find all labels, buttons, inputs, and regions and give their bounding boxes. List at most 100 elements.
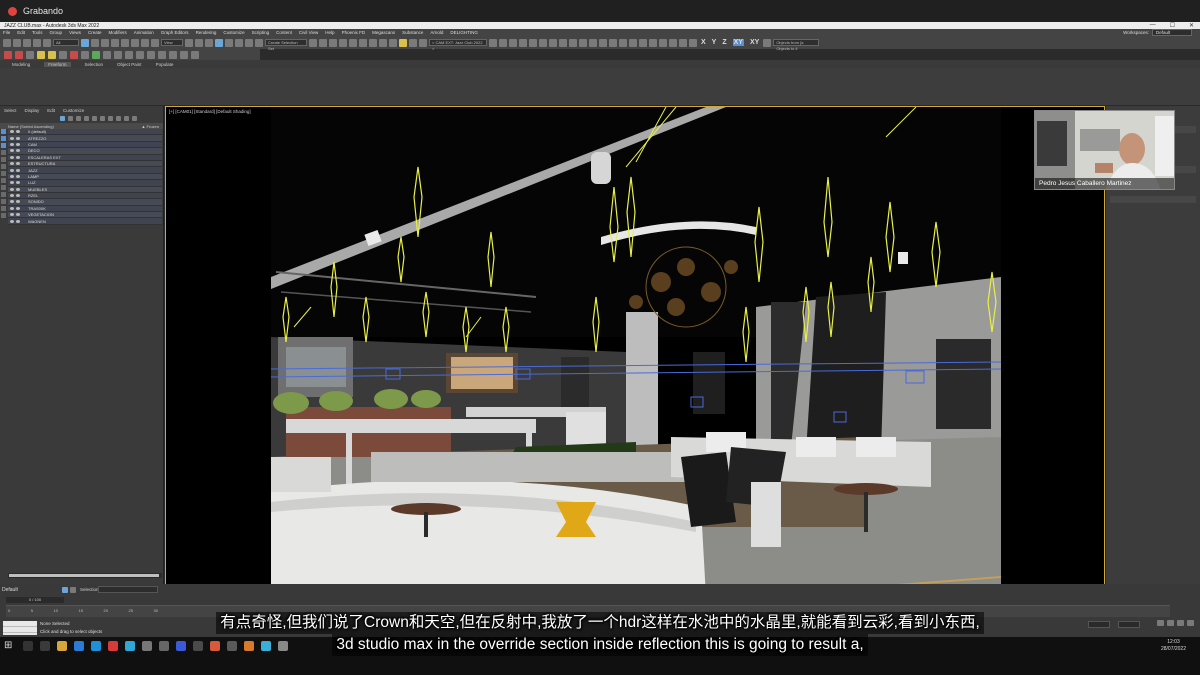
scene-explorer-scrollbar[interactable]	[8, 573, 162, 578]
vray-scene-icon[interactable]	[609, 38, 617, 47]
pan-icon[interactable]	[1167, 620, 1174, 626]
tool-icon-p[interactable]	[169, 50, 177, 59]
vray-dome-icon[interactable]	[549, 38, 557, 47]
side-tool-icon-13[interactable]	[1, 213, 6, 218]
visibility-eye-icon[interactable]	[10, 168, 14, 172]
render-eye-icon[interactable]	[16, 181, 20, 185]
side-tool-icon-5[interactable]	[1, 157, 6, 162]
vray-toolbar-icon-3[interactable]	[519, 38, 527, 47]
tool-icon-n[interactable]	[147, 50, 155, 59]
menu-item-create[interactable]: Create	[88, 30, 102, 35]
vray-fur-icon[interactable]	[569, 38, 577, 47]
file-explorer-icon[interactable]	[57, 641, 67, 651]
region-select-icon[interactable]	[101, 38, 109, 47]
app-icon-7[interactable]	[278, 641, 288, 651]
tool-icon-h[interactable]	[81, 50, 89, 59]
bind-icon[interactable]	[43, 38, 51, 47]
menu-item-megascans[interactable]: Megascans	[372, 30, 395, 35]
explorer-menu-edit[interactable]: Edit	[47, 108, 55, 113]
axis-xy-button[interactable]: XY	[732, 39, 744, 46]
layer-add-icon[interactable]	[70, 587, 76, 593]
render-eye-icon[interactable]	[16, 219, 20, 223]
filter-bones-icon[interactable]	[132, 116, 137, 121]
explorer-menu-customize[interactable]: Customize	[63, 108, 84, 113]
render-eye-icon[interactable]	[16, 168, 20, 172]
menu-item-customize[interactable]: Customize	[223, 30, 244, 35]
ribbon-tab-object-paint[interactable]: Object Paint	[117, 62, 142, 67]
menu-item-edit[interactable]: Edit	[17, 30, 25, 35]
vray-mesh-icon[interactable]	[619, 38, 627, 47]
snap-toggle-icon[interactable]	[215, 38, 223, 47]
vray-plane-icon[interactable]	[579, 38, 587, 47]
menu-item-substance[interactable]: Substance	[402, 30, 423, 35]
render-eye-icon[interactable]	[16, 174, 20, 178]
vray-lister-icon[interactable]	[629, 38, 637, 47]
side-tool-icon-4[interactable]	[1, 150, 6, 155]
link-icon[interactable]	[23, 38, 31, 47]
vray-tool2-icon[interactable]	[669, 38, 677, 47]
orbit-icon[interactable]	[1177, 620, 1184, 626]
filter-icon[interactable]	[60, 116, 65, 121]
unlink-icon[interactable]	[33, 38, 41, 47]
app-icon-2[interactable]	[142, 641, 152, 651]
tool-icon-f[interactable]	[59, 50, 67, 59]
move-icon[interactable]	[121, 38, 129, 47]
mirror-icon[interactable]	[309, 38, 317, 47]
explorer-menu-select[interactable]: Select	[4, 108, 17, 113]
menu-item-animation[interactable]: Animation	[134, 30, 154, 35]
render-iterative-icon[interactable]	[419, 38, 427, 47]
zoom-icon[interactable]	[1157, 620, 1164, 626]
maxscript-listener[interactable]	[3, 621, 37, 635]
menu-item-scripting[interactable]: Scripting	[252, 30, 270, 35]
side-tool-icon-7[interactable]	[1, 171, 6, 176]
axis-z-button[interactable]: Z	[722, 39, 726, 46]
pivot-icon[interactable]	[185, 38, 193, 47]
axis-x-button[interactable]: X	[701, 39, 706, 46]
visibility-eye-icon[interactable]	[10, 136, 14, 140]
render-eye-icon[interactable]	[16, 194, 20, 198]
visibility-eye-icon[interactable]	[10, 181, 14, 185]
select-object-icon[interactable]	[81, 38, 89, 47]
side-tool-icon-2[interactable]	[1, 136, 6, 141]
selection-set-dropdown[interactable]	[98, 586, 158, 593]
menu-item-phoenix-fd[interactable]: Phoenix FD	[342, 30, 366, 35]
tool-icon-d[interactable]	[37, 50, 45, 59]
ribbon-tab-freeform[interactable]: Freeform	[44, 61, 71, 67]
menu-item-civil-view[interactable]: Civil View	[299, 30, 318, 35]
toggle-scene-explorer-icon[interactable]	[329, 38, 337, 47]
redo-icon[interactable]	[13, 38, 21, 47]
app-icon-4[interactable]	[193, 641, 203, 651]
workspace-dropdown[interactable]: Default	[1152, 29, 1192, 36]
percent-snap-icon[interactable]	[235, 38, 243, 47]
render-eye-icon[interactable]	[16, 213, 20, 217]
task-view-icon[interactable]	[40, 641, 50, 651]
tool-icon-b[interactable]	[15, 50, 23, 59]
schematic-view-icon[interactable]	[369, 38, 377, 47]
command-panel-row[interactable]	[1110, 196, 1196, 203]
material-editor-icon[interactable]	[379, 38, 387, 47]
set-key-field[interactable]	[1088, 621, 1110, 628]
axis-xy2-button[interactable]: XY	[750, 39, 759, 46]
side-tool-icon-1[interactable]	[1, 129, 6, 134]
filter-spacewarps-icon[interactable]	[108, 116, 113, 121]
layer-row[interactable]: WAGNEN	[8, 218, 162, 225]
filter-xrefs-icon[interactable]	[124, 116, 129, 121]
layer-tool-icon[interactable]	[62, 587, 68, 593]
render-setup-icon[interactable]	[389, 38, 397, 47]
search-icon[interactable]	[23, 641, 33, 651]
angle-snap-icon[interactable]	[225, 38, 233, 47]
workspace-selector[interactable]: Workspaces: Default	[1123, 29, 1192, 36]
frozen-column-header[interactable]: ▲ Frozen	[141, 124, 159, 129]
scale-icon[interactable]	[141, 38, 149, 47]
select-by-name-icon[interactable]	[91, 38, 99, 47]
render-eye-icon[interactable]	[16, 130, 20, 134]
objects-from-dropdown[interactable]: Objects from [a Objects to 4	[773, 39, 820, 51]
visibility-eye-icon[interactable]	[10, 130, 14, 134]
visibility-eye-icon[interactable]	[10, 155, 14, 159]
render-eye-icon[interactable]	[16, 149, 20, 153]
vray-tool-icon[interactable]	[659, 38, 667, 47]
chrome-icon[interactable]	[210, 641, 220, 651]
render-eye-icon[interactable]	[16, 206, 20, 210]
minimize-icon[interactable]: —	[1150, 22, 1156, 29]
menu-item-group[interactable]: Group	[50, 30, 63, 35]
